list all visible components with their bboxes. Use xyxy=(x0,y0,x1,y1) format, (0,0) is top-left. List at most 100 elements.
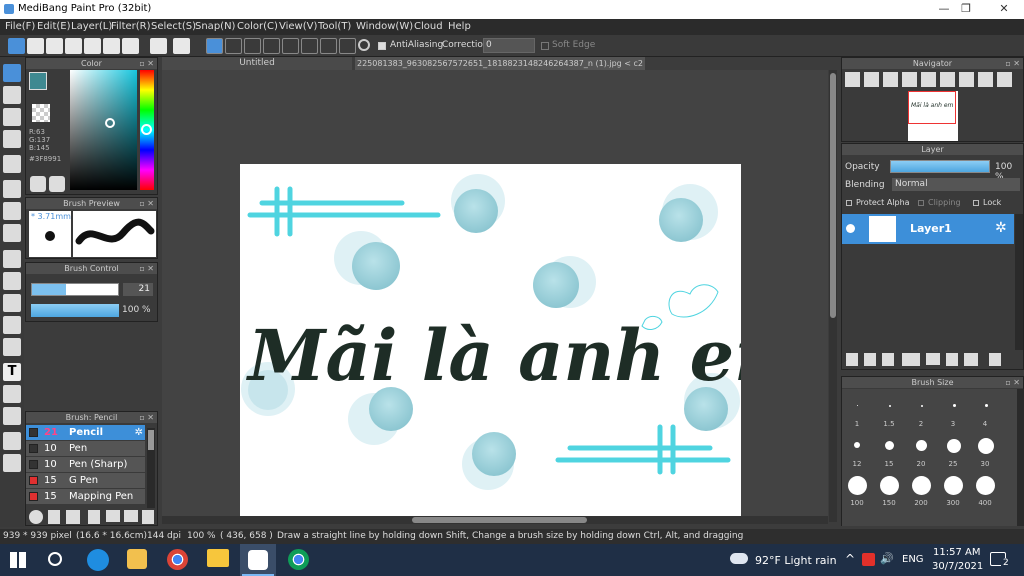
new-layer-alt-icon[interactable] xyxy=(864,353,876,366)
search-icon[interactable] xyxy=(48,552,62,566)
weather-text[interactable]: 92°F Light rain xyxy=(755,554,837,567)
brush-size-slider[interactable] xyxy=(31,283,119,296)
chat-icon[interactable] xyxy=(65,38,82,54)
add-layer-menu-icon[interactable] xyxy=(902,353,920,366)
size-dot-4[interactable] xyxy=(985,404,988,407)
fill-shape-tool-icon[interactable] xyxy=(3,180,21,198)
lock-checkbox[interactable] xyxy=(973,200,979,206)
brush-settings-gear-icon[interactable]: ✲ xyxy=(135,425,143,440)
tab-untitled[interactable]: Untitled xyxy=(162,57,352,70)
brush-copy-icon[interactable] xyxy=(88,510,100,524)
zoom-out-alt-icon[interactable] xyxy=(921,72,936,87)
weather-cloud-icon[interactable] xyxy=(730,553,748,564)
size-dot-3[interactable] xyxy=(953,404,956,407)
select-rect-tool-icon[interactable] xyxy=(3,250,21,268)
brush-item-pencil[interactable]: 21 Pencil ✲ xyxy=(26,425,145,440)
saturation-value-picker[interactable] xyxy=(70,70,137,190)
snap-circle-icon[interactable] xyxy=(301,38,318,54)
duplicate-layer-icon[interactable] xyxy=(946,353,958,366)
merge-layer-icon[interactable] xyxy=(964,353,978,366)
size-dot-1[interactable] xyxy=(857,405,858,406)
layer-scrollbar[interactable] xyxy=(1015,214,1023,350)
brush-folder-icon[interactable] xyxy=(106,510,120,522)
page-icon[interactable] xyxy=(84,38,101,54)
new-brush-icon[interactable] xyxy=(48,510,60,524)
menu-snap[interactable]: Snap(N) xyxy=(195,21,235,32)
size-dot-1.5[interactable] xyxy=(889,405,891,407)
select-eraser-tool-icon[interactable] xyxy=(3,338,21,356)
antialiasing-checkbox[interactable] xyxy=(378,42,386,50)
menu-color[interactable]: Color(C) xyxy=(237,21,278,32)
snap-parallel-icon[interactable] xyxy=(225,38,242,54)
layer-settings-gear-icon[interactable]: ✲ xyxy=(995,220,1007,236)
rectangle-tool-icon[interactable] xyxy=(3,108,21,126)
document-canvas[interactable]: Mãi là anh em xyxy=(240,164,741,516)
menu-view[interactable]: View(V) xyxy=(279,21,317,32)
zoom-in-alt-icon[interactable] xyxy=(864,72,879,87)
vivaldi-tray-icon[interactable] xyxy=(862,553,875,566)
color-picker-cursor[interactable] xyxy=(105,118,115,128)
add-brush-cloud-icon[interactable] xyxy=(29,510,43,524)
snap-grid-icon[interactable] xyxy=(244,38,261,54)
rotate-right-icon[interactable] xyxy=(978,72,993,87)
menu-file[interactable]: File(F) xyxy=(5,21,35,32)
magic-wand-tool-icon[interactable] xyxy=(3,294,21,312)
brush-tool-icon[interactable] xyxy=(3,64,21,82)
close-button[interactable]: ✕ xyxy=(982,0,1024,19)
brush-opacity-slider[interactable] xyxy=(31,304,119,317)
delete-layer-icon[interactable] xyxy=(989,353,1001,366)
fit-icon[interactable] xyxy=(883,72,898,87)
move-tool-icon[interactable] xyxy=(3,155,21,173)
color-wheel-icon[interactable] xyxy=(49,176,65,192)
menu-help[interactable]: Help xyxy=(448,21,471,32)
protect-alpha-checkbox[interactable] xyxy=(846,200,852,206)
store-icon[interactable] xyxy=(127,549,147,569)
layer-8bit-icon[interactable] xyxy=(882,353,894,366)
settings-gear-icon[interactable] xyxy=(358,39,370,51)
comment-icon[interactable] xyxy=(46,38,63,54)
chrome-icon[interactable] xyxy=(167,549,188,570)
size-dot-20[interactable] xyxy=(916,440,927,451)
export-icon[interactable] xyxy=(103,38,120,54)
cloud-icon[interactable] xyxy=(8,38,25,54)
gradient-tool-icon[interactable] xyxy=(3,224,21,242)
redo-icon[interactable] xyxy=(173,38,190,54)
menu-tool[interactable]: Tool(T) xyxy=(318,21,351,32)
tab-image-file[interactable]: 225081383_963082567572651_18188231482462… xyxy=(355,57,645,70)
size-dot-30[interactable] xyxy=(978,438,994,454)
snap-curve-icon[interactable] xyxy=(320,38,337,54)
size-dot-400[interactable] xyxy=(976,476,995,495)
new-layer-icon[interactable] xyxy=(846,353,858,366)
eyedropper-tool-icon[interactable] xyxy=(3,432,21,450)
layer-row-layer1[interactable]: Layer1 ✲ xyxy=(842,214,1014,244)
canvas-horizontal-scrollbar[interactable] xyxy=(162,516,828,524)
eraser-tool-icon[interactable] xyxy=(3,86,21,104)
brush-item-pen-sharp[interactable]: 10 Pen (Sharp) xyxy=(26,457,145,472)
operation-tool-icon[interactable] xyxy=(3,385,21,403)
reset-view-icon[interactable] xyxy=(959,72,974,87)
blending-select[interactable]: Normal xyxy=(892,178,1020,191)
divide-tool-icon[interactable] xyxy=(3,407,21,425)
size-dot-200[interactable] xyxy=(912,476,931,495)
snap-off-icon[interactable] xyxy=(206,38,223,54)
brush-export-icon[interactable] xyxy=(124,510,138,522)
size-dot-25[interactable] xyxy=(947,439,961,453)
foreground-color-swatch[interactable] xyxy=(29,72,47,90)
menu-edit[interactable]: Edit(E) xyxy=(37,21,71,32)
chevron-up-icon[interactable]: ^ xyxy=(845,552,855,566)
brush-delete-icon[interactable] xyxy=(142,510,154,524)
layer-visibility-icon[interactable] xyxy=(846,224,855,233)
grid-icon[interactable] xyxy=(122,38,139,54)
size-dot-12[interactable] xyxy=(854,442,860,448)
size-dot-100[interactable] xyxy=(848,476,867,495)
correction-select[interactable]: 0 xyxy=(483,38,535,53)
layer-folder-icon[interactable] xyxy=(926,353,940,365)
rotate-left-icon[interactable] xyxy=(940,72,955,87)
windows-start-icon[interactable] xyxy=(10,552,26,568)
select-pen-tool-icon[interactable] xyxy=(3,316,21,334)
text-tool-icon[interactable]: T xyxy=(3,363,21,381)
clock-date[interactable]: 30/7/2021 xyxy=(932,561,983,572)
layer-opacity-slider[interactable] xyxy=(890,160,990,173)
bucket-tool-icon[interactable] xyxy=(3,202,21,220)
brush-item-g-pen[interactable]: 15 G Pen xyxy=(26,473,145,488)
